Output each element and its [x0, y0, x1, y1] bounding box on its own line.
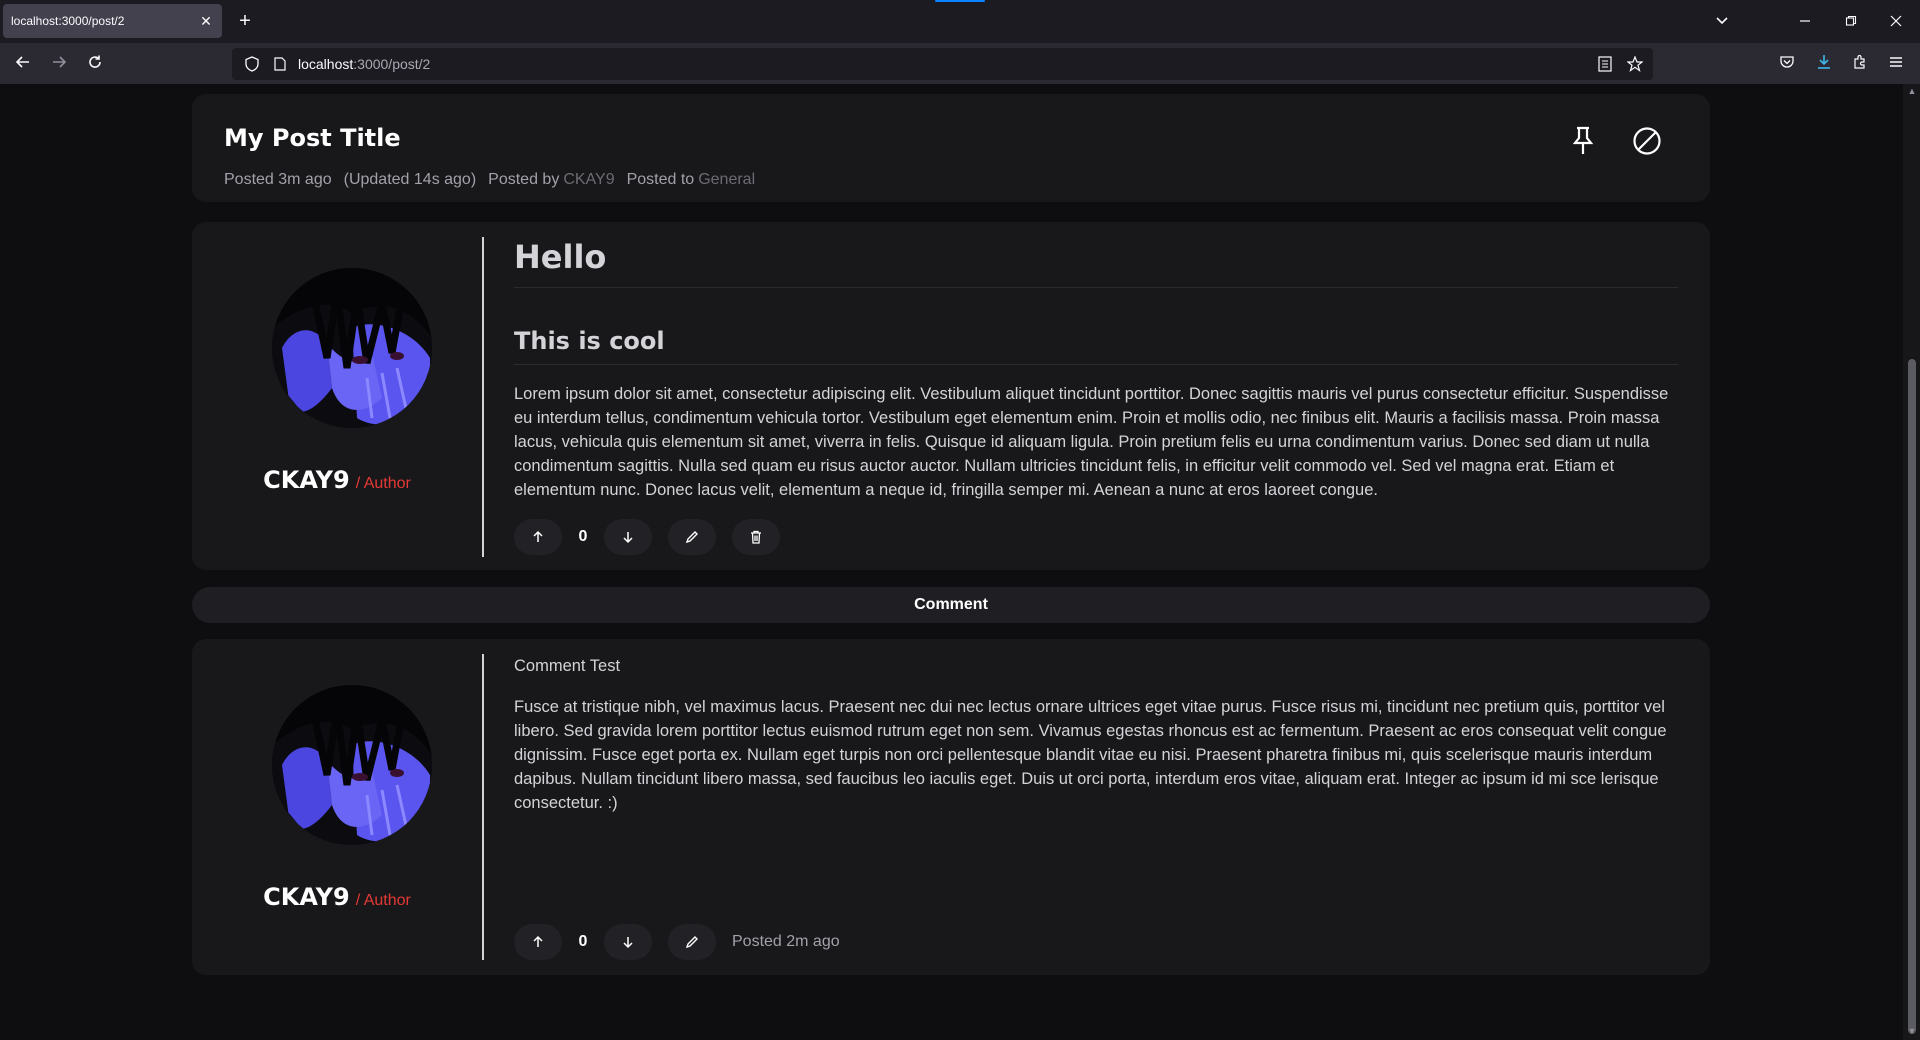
author-link[interactable]: CKAY9 — [563, 171, 614, 188]
post-body: Lorem ipsum dolor sit amet, consectetur … — [514, 385, 1669, 499]
author-name: CKAY9 / Author — [192, 466, 482, 494]
tab-close-icon[interactable]: ✕ — [198, 13, 214, 29]
forward-arrow-icon[interactable] — [46, 51, 72, 77]
heading-2-rule — [514, 364, 1678, 365]
comment-title: Comment Test — [514, 657, 621, 675]
reload-icon[interactable] — [82, 51, 108, 77]
downloads-icon[interactable] — [1811, 51, 1837, 77]
browser-tab[interactable]: localhost:3000/post/2 ✕ — [3, 4, 222, 38]
pencil-icon — [685, 936, 698, 949]
bookmark-star-icon[interactable] — [1625, 54, 1645, 74]
page-scrollbar[interactable]: ▲ ▼ — [1903, 84, 1920, 1040]
pencil-icon — [685, 531, 698, 544]
comment-card: CKAY9 / Author Comment Test Fusce at tris… — [192, 639, 1710, 975]
pocket-icon[interactable] — [1774, 51, 1800, 77]
author-role-badge: / Author — [355, 892, 411, 909]
comment-body: Fusce at tristique nibh, vel maximus lac… — [514, 698, 1667, 812]
comment-author-column: CKAY9 / Author — [192, 639, 482, 975]
post-header-card: My Post Title Posted 3m ago (Updated 14s … — [192, 94, 1710, 202]
post-heading-2: This is cool — [514, 327, 665, 355]
vertical-divider — [482, 654, 484, 960]
vote-count: 0 — [578, 933, 588, 950]
vertical-divider — [482, 237, 484, 557]
arrow-down-icon — [623, 937, 633, 949]
trash-icon — [751, 530, 761, 544]
delete-button[interactable] — [732, 519, 780, 555]
post-card: CKAY9 / Author Hello This is cool Lorem i… — [192, 222, 1710, 570]
comment-button[interactable]: Comment — [192, 587, 1710, 623]
back-arrow-icon[interactable] — [10, 51, 36, 77]
new-tab-icon[interactable]: + — [234, 10, 256, 32]
url-host: localhost — [298, 56, 354, 72]
tab-title: localhost:3000/post/2 — [11, 14, 125, 28]
edit-button[interactable] — [668, 924, 716, 960]
posted-to: Posted to General — [627, 171, 756, 188]
comment-posted-time: Posted 2m ago — [732, 933, 840, 950]
posted-by-label: Posted by — [488, 171, 560, 188]
post-content: Hello This is cool Lorem ipsum dolor sit… — [514, 222, 1678, 570]
post-actions: 0 — [514, 519, 780, 555]
minimize-icon[interactable] — [1792, 9, 1818, 35]
upvote-button[interactable] — [514, 519, 562, 555]
scroll-down-icon[interactable]: ▼ — [1907, 1026, 1917, 1036]
reader-view-icon[interactable] — [1595, 54, 1615, 74]
post-heading-1: Hello — [514, 238, 607, 276]
browser-nav-bar: localhost:3000/post/2 — [0, 43, 1920, 84]
page-viewport: My Post Title Posted 3m ago (Updated 14s … — [0, 84, 1903, 1040]
category-link[interactable]: General — [698, 171, 755, 188]
edit-button[interactable] — [668, 519, 716, 555]
arrow-up-icon — [533, 530, 543, 542]
heading-1-rule — [514, 287, 1678, 288]
comment-content: Comment Test Fusce at tristique nibh, ve… — [514, 639, 1678, 975]
author-username[interactable]: CKAY9 — [263, 883, 350, 911]
updated-time: (Updated 14s ago) — [343, 171, 477, 188]
url-path: :3000/post/2 — [353, 56, 431, 72]
address-bar[interactable]: localhost:3000/post/2 — [232, 48, 1653, 80]
restore-icon[interactable] — [1838, 9, 1864, 35]
upvote-button[interactable] — [514, 924, 562, 960]
extensions-icon[interactable] — [1847, 51, 1873, 77]
author-name: CKAY9 / Author — [192, 883, 482, 911]
posted-to-label: Posted to — [626, 171, 695, 188]
close-window-icon[interactable] — [1883, 9, 1909, 35]
browser-tab-bar: localhost:3000/post/2 ✕ + — [0, 0, 1920, 43]
author-role-badge: / Author — [355, 475, 411, 492]
downvote-button[interactable] — [604, 924, 652, 960]
vote-count: 0 — [578, 528, 588, 545]
menu-icon[interactable] — [1883, 51, 1909, 77]
shield-icon[interactable] — [242, 54, 262, 74]
page-icon[interactable] — [270, 54, 290, 74]
scroll-thumb[interactable] — [1908, 359, 1916, 1034]
pin-icon[interactable] — [1566, 124, 1600, 158]
post-title: My Post Title — [224, 124, 401, 152]
tab-accent-line — [935, 0, 985, 2]
post-author-column: CKAY9 / Author — [192, 222, 482, 570]
posted-by: Posted by CKAY9 — [488, 171, 614, 188]
avatar[interactable] — [272, 685, 432, 845]
scroll-up-icon[interactable]: ▲ — [1907, 86, 1917, 96]
list-tabs-chevron-icon[interactable] — [1709, 9, 1735, 35]
downvote-button[interactable] — [604, 519, 652, 555]
arrow-up-icon — [533, 935, 543, 947]
block-icon[interactable] — [1630, 124, 1664, 158]
post-meta: Posted 3m ago (Updated 14s ago) Posted by C… — [224, 171, 767, 189]
posted-time: Posted 3m ago — [224, 171, 332, 188]
comment-actions: 0 Posted 2m ago — [514, 924, 840, 960]
avatar[interactable] — [272, 268, 432, 428]
author-username[interactable]: CKAY9 — [263, 466, 350, 494]
url-text[interactable]: localhost:3000/post/2 — [298, 56, 430, 72]
arrow-down-icon — [623, 532, 633, 544]
